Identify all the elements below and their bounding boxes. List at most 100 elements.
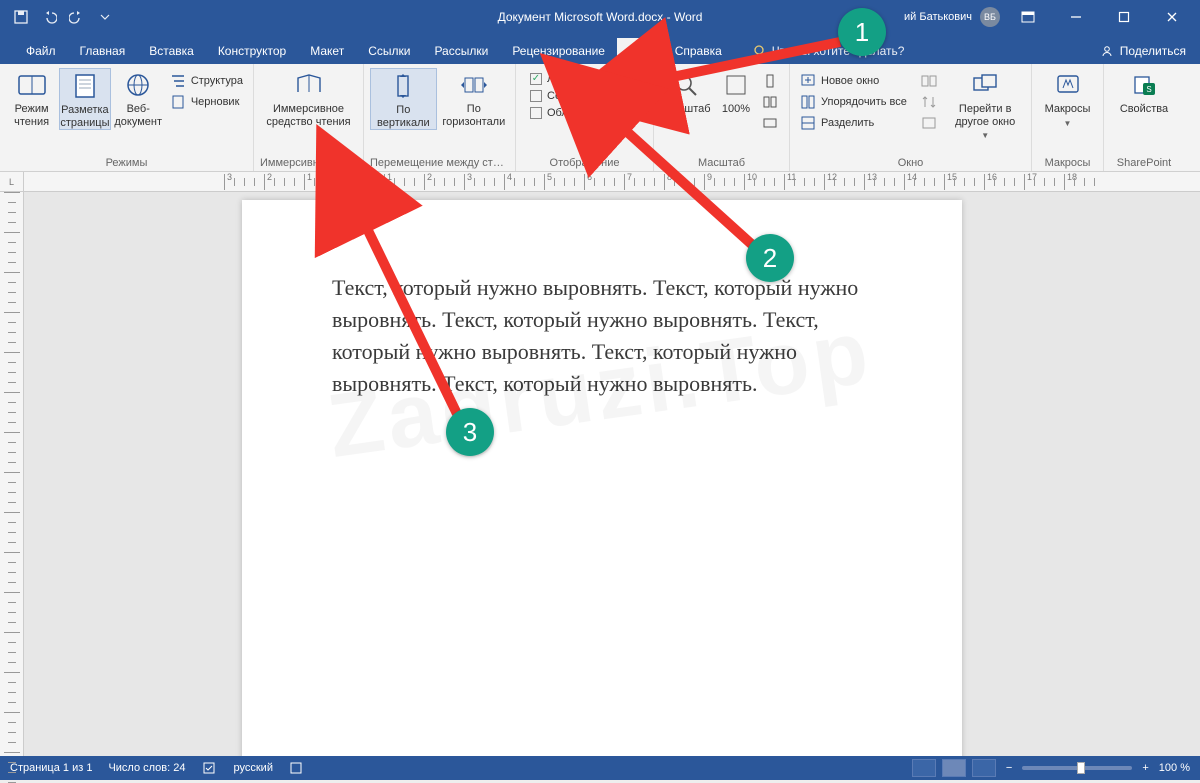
web-layout-button[interactable]: Веб-документ bbox=[113, 68, 164, 128]
document-page[interactable]: Текст, который нужно выровнять. Текст, к… bbox=[242, 200, 962, 756]
outline-button[interactable]: Структура bbox=[166, 72, 247, 90]
document-body-text[interactable]: Текст, который нужно выровнять. Текст, к… bbox=[332, 272, 872, 400]
document-name: Документ Microsoft Word.docx bbox=[498, 10, 664, 24]
horizontal-ruler[interactable]: 3210123456789101112131415161718 bbox=[24, 172, 1200, 192]
draft-button[interactable]: Черновик bbox=[166, 93, 247, 111]
zoom-100-label: 100% bbox=[722, 103, 750, 116]
new-window-button[interactable]: Новое окно bbox=[796, 72, 915, 90]
read-mode-icon bbox=[17, 72, 47, 100]
read-mode-button[interactable]: Режим чтения bbox=[6, 68, 57, 128]
page-width-button[interactable] bbox=[758, 114, 782, 132]
status-bar: Страница 1 из 1 Число слов: 24 русский −… bbox=[0, 756, 1200, 780]
undo-button[interactable] bbox=[40, 8, 58, 26]
ribbon: Режим чтения Разметка страницы Веб-докум… bbox=[0, 64, 1200, 172]
print-layout-icon bbox=[70, 73, 100, 101]
group-sharepoint-label: SharePoint bbox=[1110, 155, 1178, 171]
tab-mailings[interactable]: Рассылки bbox=[422, 38, 500, 64]
user-avatar[interactable]: ВБ bbox=[980, 7, 1000, 27]
magnifier-icon bbox=[672, 72, 702, 100]
close-button[interactable] bbox=[1152, 2, 1192, 32]
status-word-count[interactable]: Число слов: 24 bbox=[108, 762, 185, 774]
horizontal-page-label: По горизонтали bbox=[439, 103, 509, 128]
one-page-button[interactable] bbox=[758, 72, 782, 90]
reset-window-icon bbox=[921, 115, 937, 131]
zoom-in-button[interactable]: + bbox=[1138, 762, 1152, 774]
ribbon-display-options-button[interactable] bbox=[1008, 2, 1048, 32]
tab-file[interactable]: Файл bbox=[14, 38, 68, 64]
vertical-page-button[interactable]: По вертикали bbox=[370, 68, 437, 130]
title-bar: Документ Microsoft Word.docx - Word ий Б… bbox=[0, 0, 1200, 34]
multi-page-button[interactable] bbox=[758, 93, 782, 111]
switch-windows-label: Перейти в другое окно bbox=[945, 103, 1025, 128]
gridlines-checkbox[interactable]: Сетка bbox=[526, 89, 650, 103]
split-button[interactable]: Разделить bbox=[796, 114, 915, 132]
macros-button[interactable]: Макросы ▼ bbox=[1038, 68, 1097, 128]
group-page-movement-label: Перемещение между страницами bbox=[370, 155, 509, 171]
redo-button[interactable] bbox=[68, 8, 86, 26]
group-show-label: Отображение bbox=[522, 155, 647, 171]
document-area: L 3210123456789101112131415161718 Текст,… bbox=[0, 172, 1200, 756]
annotation-callout-3: 3 bbox=[446, 408, 494, 456]
view-read-button[interactable] bbox=[912, 759, 936, 777]
ruler-checkbox[interactable]: Линейка bbox=[526, 72, 650, 86]
status-language[interactable]: русский bbox=[234, 762, 273, 774]
tell-me-label: Что вы хотите сделать? bbox=[772, 44, 905, 58]
status-zoom[interactable]: 100 % bbox=[1159, 762, 1190, 774]
tab-view[interactable]: Вид bbox=[617, 38, 663, 64]
qat-customize-button[interactable] bbox=[96, 8, 114, 26]
arrange-icon bbox=[800, 94, 816, 110]
ruler-corner[interactable]: L bbox=[0, 172, 24, 192]
zoom-label: Масштаб bbox=[663, 103, 710, 116]
group-window: Новое окно Упорядочить все Разделить Пер… bbox=[790, 64, 1032, 171]
view-print-button[interactable] bbox=[942, 759, 966, 777]
reset-window-button[interactable] bbox=[917, 114, 943, 132]
page-viewport[interactable]: Текст, который нужно выровнять. Текст, к… bbox=[24, 192, 1200, 756]
accessibility-icon[interactable] bbox=[289, 761, 303, 775]
sharepoint-icon: S bbox=[1129, 72, 1159, 100]
navigation-pane-checkbox[interactable]: Область навигации bbox=[526, 106, 650, 120]
group-macros-label: Макросы bbox=[1038, 155, 1097, 171]
print-layout-label: Разметка страницы bbox=[60, 104, 109, 129]
web-layout-label: Веб-документ bbox=[113, 103, 164, 128]
horizontal-page-button[interactable]: По горизонтали bbox=[439, 68, 509, 128]
spellcheck-icon[interactable] bbox=[202, 761, 218, 775]
zoom-out-button[interactable]: − bbox=[1002, 762, 1016, 774]
print-layout-button[interactable]: Разметка страницы bbox=[59, 68, 110, 130]
chevron-down-icon: ▼ bbox=[981, 131, 989, 140]
multi-page-icon bbox=[762, 94, 778, 110]
maximize-button[interactable] bbox=[1104, 2, 1144, 32]
sync-scroll-icon bbox=[921, 94, 937, 110]
annotation-callout-1: 1 bbox=[838, 8, 886, 56]
tab-home[interactable]: Главная bbox=[68, 38, 138, 64]
zoom-slider[interactable] bbox=[1022, 766, 1132, 770]
zoom-100-button[interactable]: 100% bbox=[716, 68, 756, 116]
tab-design[interactable]: Конструктор bbox=[206, 38, 298, 64]
tab-help[interactable]: Справка bbox=[663, 38, 734, 64]
group-zoom-label: Масштаб bbox=[660, 155, 783, 171]
vertical-page-icon bbox=[388, 73, 418, 101]
new-window-icon bbox=[800, 73, 816, 89]
sync-scroll-button[interactable] bbox=[917, 93, 943, 111]
tab-review[interactable]: Рецензирование bbox=[500, 38, 617, 64]
save-button[interactable] bbox=[12, 8, 30, 26]
indent-marker-icon[interactable] bbox=[352, 173, 364, 191]
zoom-slider-thumb[interactable] bbox=[1077, 762, 1085, 774]
share-button[interactable]: Поделиться bbox=[1086, 38, 1200, 64]
tab-insert[interactable]: Вставка bbox=[137, 38, 206, 64]
group-views-label: Режимы bbox=[6, 155, 247, 171]
status-page[interactable]: Страница 1 из 1 bbox=[10, 762, 92, 774]
view-web-button[interactable] bbox=[972, 759, 996, 777]
minimize-button[interactable] bbox=[1056, 2, 1096, 32]
view-side-by-side-button[interactable] bbox=[917, 72, 943, 90]
switch-windows-icon bbox=[970, 72, 1000, 100]
tab-layout[interactable]: Макет bbox=[298, 38, 356, 64]
switch-windows-button[interactable]: Перейти в другое окно ▼ bbox=[945, 68, 1025, 140]
tab-references[interactable]: Ссылки bbox=[356, 38, 422, 64]
zoom-button[interactable]: Масштаб bbox=[660, 68, 714, 116]
immersive-reader-button[interactable]: Иммерсивное средство чтения bbox=[260, 68, 357, 128]
properties-button[interactable]: S Свойства bbox=[1110, 68, 1178, 116]
group-window-label: Окно bbox=[796, 155, 1025, 171]
quick-access-toolbar bbox=[0, 8, 114, 26]
vertical-ruler[interactable] bbox=[0, 192, 24, 756]
arrange-all-button[interactable]: Упорядочить все bbox=[796, 93, 915, 111]
